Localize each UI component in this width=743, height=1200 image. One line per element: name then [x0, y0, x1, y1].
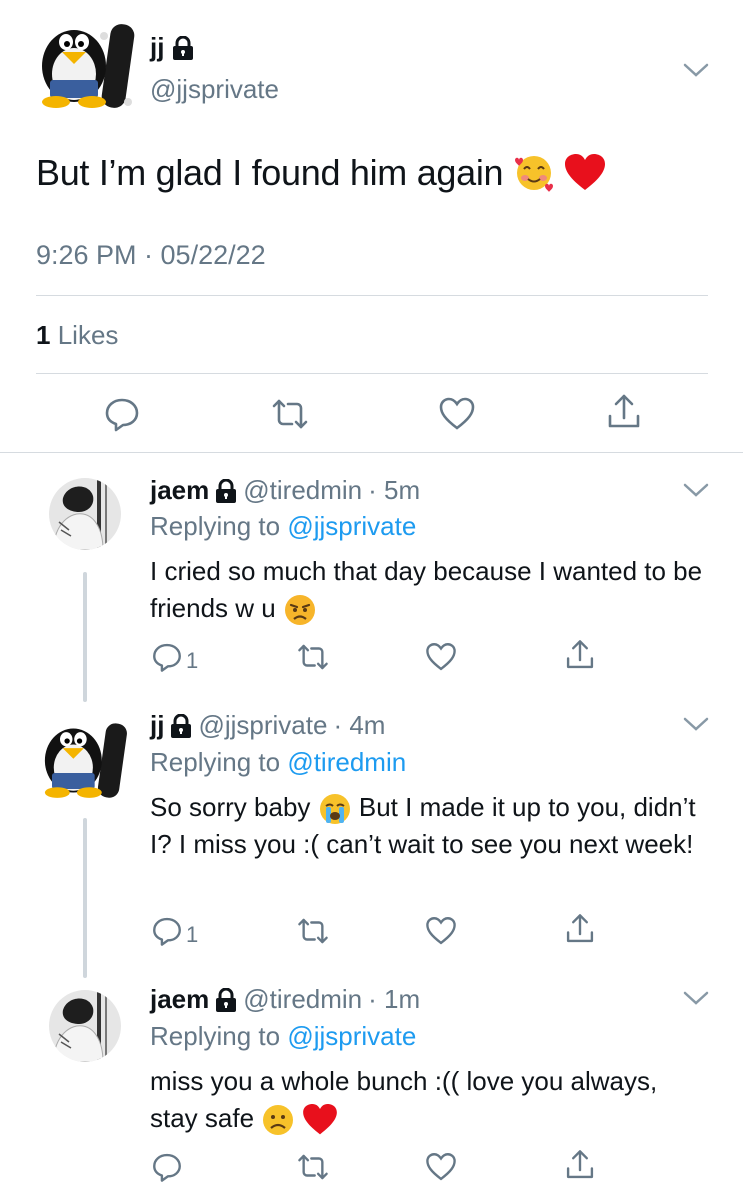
like-heart-icon[interactable]: [437, 394, 477, 434]
reply-button[interactable]: 1: [150, 640, 198, 674]
angry-face-emoji-icon: [283, 593, 317, 627]
tweet-timestamp[interactable]: 9:26 PM · 05/22/22: [36, 240, 266, 271]
red-heart-emoji-icon: [565, 154, 606, 192]
share-icon[interactable]: [604, 392, 644, 432]
reply-text: I cried so much that day because I wante…: [150, 553, 710, 627]
tweet-text: But I’m glad I found him again: [36, 152, 606, 194]
lock-icon: [215, 987, 237, 1012]
lock-icon: [172, 35, 194, 60]
reply-display-name[interactable]: jj: [150, 710, 164, 741]
reply-avatar-penguin[interactable]: [36, 712, 132, 802]
reply-header[interactable]: jaem @tiredmin · 1m: [150, 984, 420, 1015]
replying-to-prefix: Replying to: [150, 1021, 281, 1051]
thread-line: [83, 572, 87, 702]
likes-label: Likes: [57, 320, 119, 350]
author-avatar-penguin[interactable]: [32, 14, 140, 110]
loudly-crying-face-emoji-icon: [318, 792, 352, 826]
author-name[interactable]: jj: [150, 32, 194, 63]
replying-to-handle[interactable]: @jjsprivate: [287, 1021, 416, 1051]
frowning-face-emoji-icon: [261, 1103, 295, 1137]
replying-to: Replying to @jjsprivate: [150, 511, 416, 542]
author-handle[interactable]: @jjsprivate: [150, 74, 279, 105]
like-heart-icon[interactable]: [424, 640, 458, 674]
like-heart-icon[interactable]: [424, 1150, 458, 1184]
reply-icon[interactable]: [102, 394, 142, 434]
red-heart-emoji-icon: [302, 1104, 337, 1136]
divider: [36, 373, 708, 374]
reply-header[interactable]: jj @jjsprivate · 4m: [150, 710, 385, 741]
author-display-name[interactable]: jj: [150, 32, 164, 63]
replying-to-prefix: Replying to: [150, 747, 281, 777]
lock-icon: [215, 478, 237, 503]
chevron-down-icon[interactable]: [682, 988, 710, 1008]
reply-handle[interactable]: @tiredmin: [243, 475, 362, 506]
reply-avatar-photo[interactable]: [49, 478, 121, 550]
replying-to: Replying to @jjsprivate: [150, 1021, 416, 1052]
reply-display-name[interactable]: jaem: [150, 475, 209, 506]
reply-button[interactable]: 1: [150, 914, 198, 948]
reply-text: So sorry baby But I made it up to you, d…: [150, 789, 710, 863]
reply-count: 1: [186, 922, 199, 947]
reply-time[interactable]: · 4m: [333, 710, 385, 741]
smiling-face-with-hearts-emoji-icon: [513, 152, 555, 194]
lock-icon: [170, 713, 192, 738]
reply-header[interactable]: jaem @tiredmin · 5m: [150, 475, 420, 506]
replying-to-handle[interactable]: @jjsprivate: [287, 511, 416, 541]
replying-to-prefix: Replying to: [150, 511, 281, 541]
share-icon[interactable]: [563, 638, 597, 672]
reply-time[interactable]: · 5m: [368, 475, 420, 506]
reply-text-part-1: So sorry baby: [150, 792, 311, 822]
reply-time[interactable]: · 1m: [368, 984, 420, 1015]
share-icon[interactable]: [563, 912, 597, 946]
divider: [0, 452, 743, 453]
reply-handle[interactable]: @tiredmin: [243, 984, 362, 1015]
chevron-down-icon[interactable]: [682, 60, 710, 80]
share-icon[interactable]: [563, 1148, 597, 1182]
reply-icon[interactable]: [150, 1150, 184, 1184]
likes-number: 1: [36, 320, 51, 350]
reply-text-content: I cried so much that day because I wante…: [150, 556, 703, 623]
reply-handle[interactable]: @jjsprivate: [198, 710, 327, 741]
retweet-icon[interactable]: [296, 640, 330, 674]
reply-icon[interactable]: [150, 640, 184, 674]
retweet-icon[interactable]: [296, 1150, 330, 1184]
retweet-icon[interactable]: [270, 394, 310, 434]
reply-display-name[interactable]: jaem: [150, 984, 209, 1015]
reply-count: 1: [186, 648, 199, 673]
likes-count[interactable]: 1 Likes: [36, 320, 118, 351]
divider: [36, 295, 708, 296]
reply-avatar-photo[interactable]: [49, 990, 121, 1062]
retweet-icon[interactable]: [296, 914, 330, 948]
replying-to-handle[interactable]: @tiredmin: [287, 747, 406, 777]
tweet-text-content: But I’m glad I found him again: [36, 152, 504, 193]
thread-line: [83, 818, 87, 978]
chevron-down-icon[interactable]: [682, 714, 710, 734]
chevron-down-icon[interactable]: [682, 480, 710, 500]
replying-to: Replying to @tiredmin: [150, 747, 406, 778]
reply-text: miss you a whole bunch :(( love you alwa…: [150, 1063, 710, 1137]
like-heart-icon[interactable]: [424, 914, 458, 948]
reply-text-content: miss you a whole bunch :(( love you alwa…: [150, 1066, 658, 1133]
reply-icon[interactable]: [150, 914, 184, 948]
